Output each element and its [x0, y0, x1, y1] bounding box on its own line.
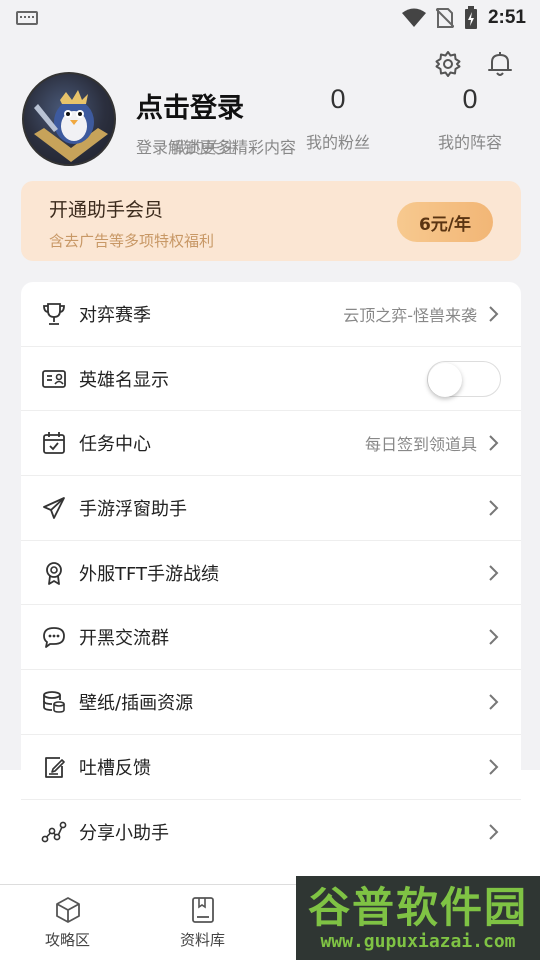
calendar-check-icon [41, 430, 67, 456]
stat-lineups[interactable]: 0 我的阵容 [410, 84, 530, 153]
menu-item-label: 手游浮窗助手 [79, 498, 187, 520]
tab-label: 资料库 [179, 931, 225, 949]
stat-fans-label: 我的粉丝 [305, 133, 370, 152]
menu-item-feedback[interactable]: 吐槽反馈 [21, 735, 521, 800]
chevron-right-icon [489, 824, 499, 840]
chevron-right-icon [489, 306, 499, 322]
menu-item-label: 英雄名显示 [79, 369, 169, 391]
chevron-right-icon [489, 758, 499, 775]
menu-item-season[interactable]: 对弈赛季 云顶之弈-怪兽来袭 [21, 282, 521, 347]
wifi-icon [401, 8, 426, 27]
menu-item-share[interactable]: 分享小助手 [21, 800, 521, 865]
menu-item-task-center[interactable]: 任务中心 每日签到领道具 [21, 411, 521, 477]
menu-item-float-window[interactable]: 手游浮窗助手 [21, 476, 521, 541]
menu-item-foreign-server-stats[interactable]: 外服TFT手游战绩 [21, 541, 521, 606]
keyboard-icon [16, 11, 38, 25]
trophy-icon [41, 301, 67, 327]
chevron-right-icon [489, 694, 499, 710]
menu-item-label: 吐槽反馈 [79, 757, 151, 779]
watermark-title: 谷普软件园 [307, 882, 528, 932]
menu-item-label: 外服TFT手游战绩 [79, 563, 220, 585]
menu-item-wallpapers[interactable]: 壁纸/插画资源 [21, 670, 521, 735]
share-icon [41, 819, 67, 845]
watermark-logo: 谷普软件园 www.gupuxiazai.com [296, 876, 540, 960]
status-bar: 2:51 [0, 0, 540, 36]
database-icon [41, 689, 67, 715]
menu-item-value: 云顶之弈-怪兽来袭 [343, 305, 477, 325]
tab-guides[interactable]: 攻略区 [0, 885, 135, 960]
status-time: 2:51 [487, 7, 526, 28]
chevron-right-icon [489, 564, 499, 581]
menu-item-label: 对弈赛季 [79, 304, 151, 326]
menu-item-label: 分享小助手 [79, 822, 169, 844]
tab-database[interactable]: 资料库 [135, 885, 270, 960]
menu-item-value: 每日签到领道具 [364, 435, 477, 455]
toggle-knob [428, 362, 462, 397]
menu-item-label: 开黑交流群 [79, 628, 169, 650]
menu-item-hero-name: 英雄名显示 [21, 347, 521, 412]
battery-charging-icon [464, 6, 477, 29]
book-icon [191, 897, 214, 923]
chevron-right-icon [489, 629, 499, 645]
menu-item-group-chat[interactable]: 开黑交流群 [21, 605, 521, 671]
login-prompt[interactable]: 点击登录 [136, 86, 244, 125]
edit-icon [41, 754, 67, 780]
profile-section: 点击登录 登录解锁更多精彩内容 我的关注 0 我的粉丝 0 我的阵容 [22, 70, 522, 170]
no-sim-icon [435, 8, 454, 28]
watermark-url: www.gupuxiazai.com [320, 930, 516, 952]
medal-icon [41, 560, 67, 586]
menu-item-label: 壁纸/插画资源 [79, 692, 194, 714]
chevron-right-icon [489, 435, 499, 451]
vip-banner[interactable]: 开通助手会员 含去广告等多项特权福利 6元/年 [21, 181, 521, 261]
settings-menu: 对弈赛季 云顶之弈-怪兽来袭 英雄名显示 任务中心 每日签到领道具 手游浮窗助手… [21, 282, 521, 864]
vip-price-button[interactable]: 6元/年 [397, 202, 493, 242]
stat-fans-value: 0 [330, 84, 346, 114]
following-label: 我的关注 [172, 138, 237, 157]
paper-plane-icon [41, 495, 67, 521]
menu-item-label: 任务中心 [79, 434, 151, 456]
stat-lineups-value: 0 [462, 84, 478, 114]
id-card-icon [41, 366, 67, 392]
chevron-right-icon [489, 500, 499, 516]
stat-fans[interactable]: 0 我的粉丝 [278, 84, 398, 153]
stat-lineups-label: 我的阵容 [437, 133, 502, 152]
cube-icon [55, 897, 80, 923]
hero-name-toggle[interactable] [427, 360, 501, 397]
chat-icon [41, 624, 67, 650]
avatar[interactable] [22, 72, 116, 166]
tab-label: 攻略区 [44, 931, 90, 949]
